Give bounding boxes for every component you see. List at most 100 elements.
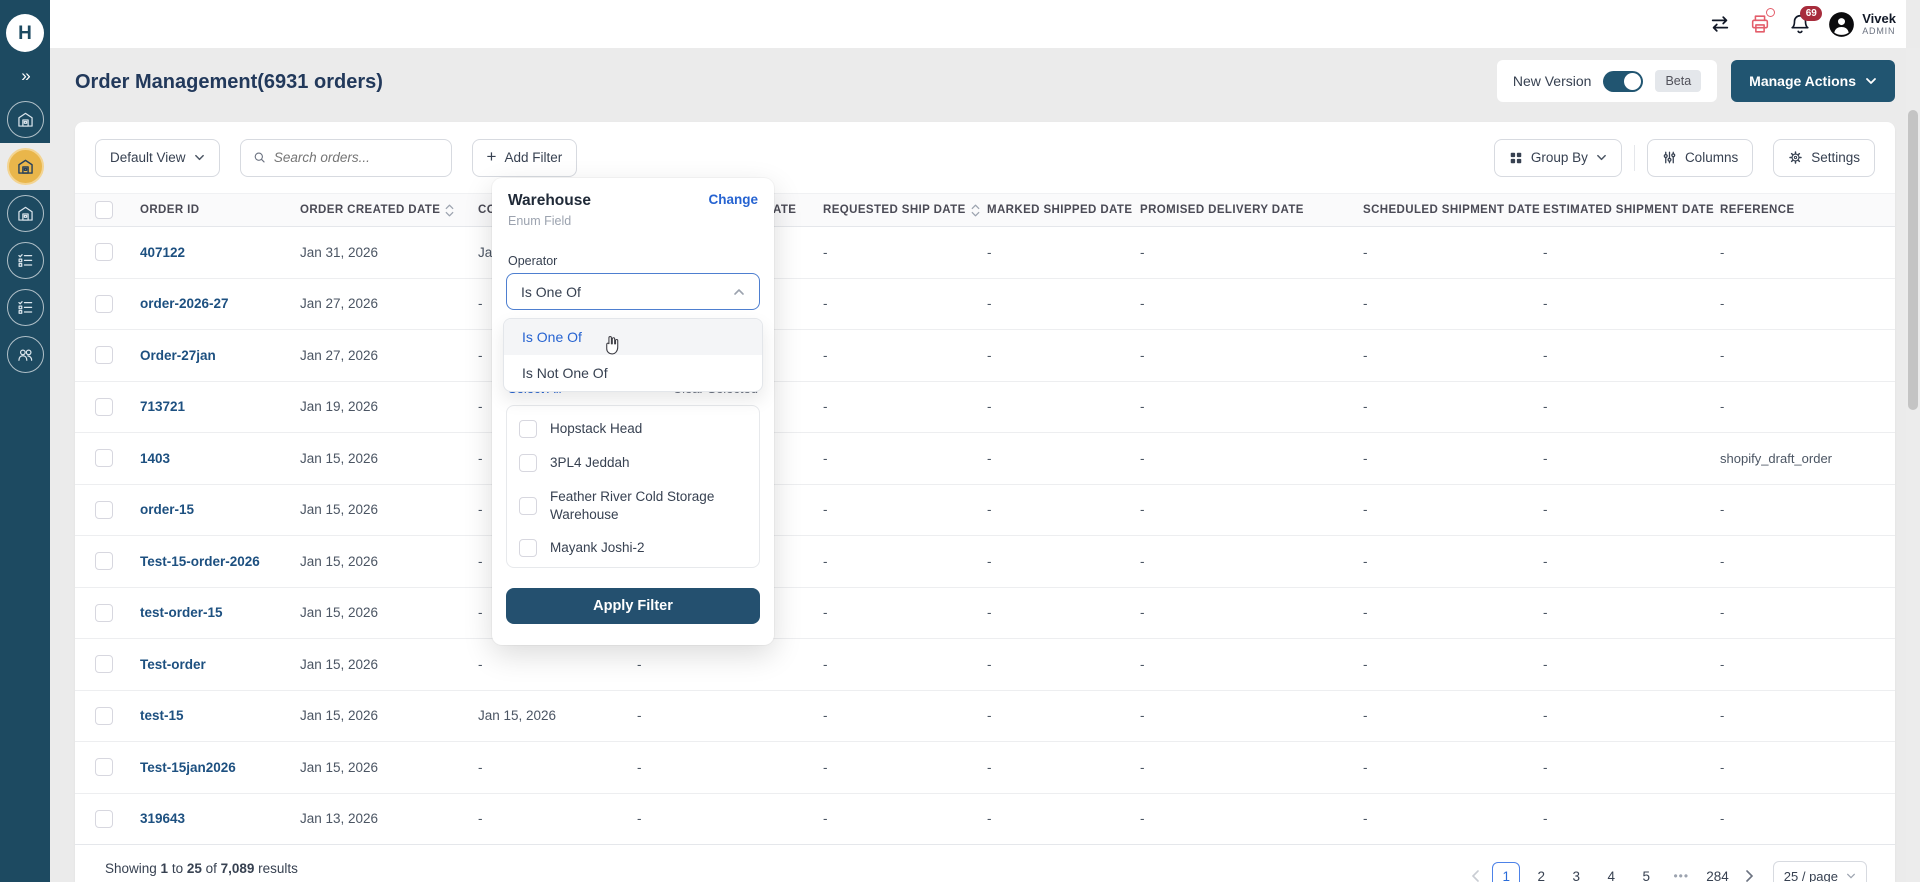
cell-promised: - — [1140, 330, 1363, 382]
next-page-button[interactable] — [1740, 862, 1760, 882]
swap-arrows-icon[interactable] — [1708, 12, 1732, 36]
page-button-5[interactable]: 5 — [1632, 862, 1660, 882]
row-checkbox[interactable] — [95, 501, 113, 519]
add-filter-label: Add Filter — [504, 150, 562, 165]
sidebar-expand-button[interactable]: » — [0, 66, 50, 86]
prev-page-button[interactable] — [1465, 862, 1485, 882]
order-id-link[interactable]: 319643 — [140, 793, 300, 845]
page-button-2[interactable]: 2 — [1527, 862, 1555, 882]
order-id-link[interactable]: test-order-15 — [140, 587, 300, 639]
order-id-link[interactable]: Test-15-order-2026 — [140, 536, 300, 588]
manage-actions-label: Manage Actions — [1749, 73, 1856, 89]
warehouse-option[interactable]: Hopstack Head — [507, 412, 759, 446]
row-checkbox[interactable] — [95, 604, 113, 622]
order-id-link[interactable]: test-15 — [140, 690, 300, 742]
order-id-link[interactable]: order-2026-27 — [140, 278, 300, 330]
row-checkbox[interactable] — [95, 243, 113, 261]
row-checkbox[interactable] — [95, 449, 113, 467]
warehouse-option[interactable]: 3PL4 Jeddah — [507, 446, 759, 480]
option-checkbox[interactable] — [519, 420, 537, 438]
row-checkbox[interactable] — [95, 810, 113, 828]
cell-reference: - — [1720, 381, 1895, 433]
row-checkbox[interactable] — [95, 707, 113, 725]
column-header-requested[interactable]: REQUESTED SHIP DATE — [823, 194, 987, 227]
operator-select[interactable]: Is One Of — [506, 273, 760, 310]
sidebar-item-6[interactable] — [0, 331, 50, 378]
printer-icon[interactable] — [1748, 12, 1772, 36]
user-name: Vivek — [1862, 12, 1896, 27]
table-row: Test-15jan2026Jan 15, 2026-------- — [75, 742, 1895, 794]
cell-marked: - — [987, 484, 1140, 536]
row-checkbox[interactable] — [95, 398, 113, 416]
sliders-icon — [1662, 150, 1677, 165]
apply-filter-button[interactable]: Apply Filter — [506, 588, 760, 624]
operator-option[interactable]: Is Not One Of — [504, 355, 762, 391]
sidebar-item-5[interactable] — [0, 284, 50, 331]
select-all-checkbox[interactable] — [95, 201, 113, 219]
sort-icon[interactable] — [445, 204, 454, 217]
bell-icon[interactable]: 69 — [1788, 12, 1812, 36]
cell-estimated: - — [1543, 793, 1720, 845]
warehouse-option[interactable]: Mayank Joshi-2 — [507, 531, 759, 565]
cell-scheduled: - — [1363, 793, 1543, 845]
column-header-created[interactable]: ORDER CREATED DATE — [300, 194, 478, 227]
sort-icon[interactable] — [971, 204, 980, 217]
change-field-link[interactable]: Change — [708, 192, 758, 207]
scrollbar-thumb[interactable] — [1908, 110, 1918, 410]
cell-c4: - — [478, 742, 637, 794]
order-id-link[interactable]: 407122 — [140, 227, 300, 279]
user-menu[interactable]: Vivek ADMIN — [1828, 11, 1896, 38]
sidebar-item-3[interactable] — [0, 190, 50, 237]
view-selector-label: Default View — [110, 150, 186, 165]
chevron-down-icon — [1846, 871, 1856, 881]
row-checkbox[interactable] — [95, 552, 113, 570]
cell-marked: - — [987, 639, 1140, 691]
hopstack-logo[interactable]: H — [6, 14, 44, 52]
settings-button[interactable]: Settings — [1773, 139, 1875, 177]
cell-requested: - — [823, 330, 987, 382]
cell-scheduled: - — [1363, 330, 1543, 382]
cell-marked: - — [987, 278, 1140, 330]
row-checkbox[interactable] — [95, 758, 113, 776]
row-checkbox[interactable] — [95, 346, 113, 364]
cell-scheduled: - — [1363, 742, 1543, 794]
table-row: 713721Jan 19, 2026------- — [75, 381, 1895, 433]
order-id-link[interactable]: Order-27jan — [140, 330, 300, 382]
option-checkbox[interactable] — [519, 454, 537, 472]
order-id-link[interactable]: Test-order — [140, 639, 300, 691]
new-version-toggle[interactable] — [1603, 71, 1643, 92]
row-checkbox[interactable] — [95, 655, 113, 673]
manage-actions-button[interactable]: Manage Actions — [1731, 60, 1895, 102]
order-id-link[interactable]: order-15 — [140, 484, 300, 536]
sidebar-item-4[interactable] — [0, 237, 50, 284]
option-checkbox[interactable] — [519, 539, 537, 557]
group-by-button[interactable]: Group By — [1494, 139, 1622, 177]
add-filter-button[interactable]: + Add Filter — [472, 139, 578, 177]
order-id-link[interactable]: 1403 — [140, 433, 300, 485]
page-button-284[interactable]: 284 — [1702, 862, 1733, 882]
row-checkbox[interactable] — [95, 295, 113, 313]
operator-option[interactable]: Is One Of — [504, 319, 762, 355]
table-footer: Showing 1 to 25 of 7,089 results 12345••… — [75, 844, 1895, 882]
order-id-link[interactable]: Test-15jan2026 — [140, 742, 300, 794]
gear-icon — [1788, 150, 1803, 165]
search-input[interactable] — [274, 150, 439, 165]
order-id-link[interactable]: 713721 — [140, 381, 300, 433]
page-button-4[interactable]: 4 — [1597, 862, 1625, 882]
columns-button[interactable]: Columns — [1647, 139, 1753, 177]
page-button-3[interactable]: 3 — [1562, 862, 1590, 882]
page-ellipsis[interactable]: ••• — [1667, 862, 1695, 882]
page-button-1[interactable]: 1 — [1492, 862, 1520, 882]
cell-scheduled: - — [1363, 227, 1543, 279]
cell-estimated: - — [1543, 330, 1720, 382]
vertical-scrollbar[interactable] — [1906, 48, 1920, 882]
option-checkbox[interactable] — [519, 497, 537, 515]
page-size-select[interactable]: 25 / page — [1773, 861, 1867, 882]
pagination: 12345 ••• 284 25 / page — [1465, 861, 1867, 882]
warehouse-option[interactable]: Feather River Cold Storage Warehouse — [507, 480, 759, 531]
view-selector-button[interactable]: Default View — [95, 139, 220, 177]
sidebar-item-2[interactable] — [0, 143, 50, 190]
sidebar-item-1[interactable] — [0, 96, 50, 143]
avatar-icon — [1828, 11, 1855, 38]
toolbar-right: Group By Columns — [1494, 139, 1875, 177]
